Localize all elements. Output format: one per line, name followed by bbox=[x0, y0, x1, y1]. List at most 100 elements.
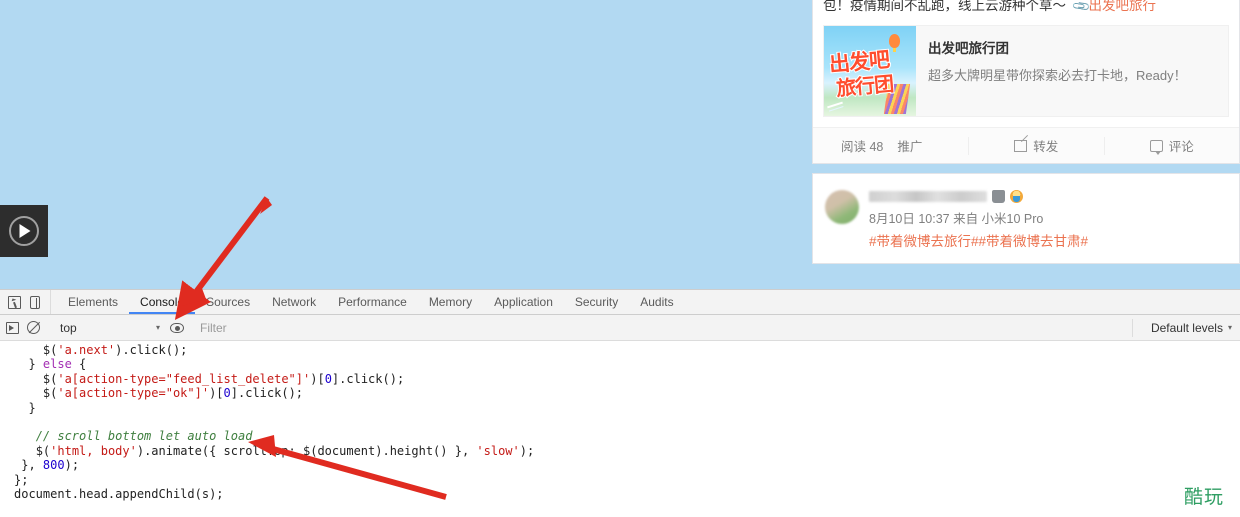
console-code-line: } bbox=[14, 401, 1240, 415]
filter-input[interactable] bbox=[200, 318, 1133, 337]
console-code-line: } else { bbox=[14, 357, 1240, 371]
comment-button[interactable]: 评论 bbox=[1103, 136, 1240, 155]
console-filter-bar: top ▾ Default levels ▾ bbox=[0, 315, 1240, 341]
vip-badge-icon bbox=[992, 189, 1005, 203]
code-token: ); bbox=[519, 443, 535, 458]
code-token: }; bbox=[14, 472, 29, 487]
code-token: document.head.appendChild(s); bbox=[14, 487, 224, 502]
comment-icon bbox=[1149, 139, 1163, 155]
code-token: $( bbox=[35, 443, 51, 458]
device-toolbar-icon[interactable] bbox=[30, 295, 40, 309]
post-meta: 8月10日 10:37 来自 小米10 Pro bbox=[869, 212, 1044, 226]
repost-body: 8月10日 10:37 来自 小米10 Pro #带着微博去旅行##带着微博去甘… bbox=[813, 174, 1239, 263]
inspect-element-icon[interactable] bbox=[8, 295, 21, 309]
video-play-button[interactable] bbox=[0, 205, 48, 257]
watermark: 酷玩 bbox=[1183, 486, 1224, 508]
code-token: ].click(); bbox=[230, 386, 304, 401]
console-code-line: $('a.next').click(); bbox=[14, 343, 1240, 357]
code-token: 'html, body' bbox=[50, 443, 137, 458]
code-token: }, bbox=[21, 458, 43, 473]
media-card-body: 出发吧旅行团 超多大牌明星带你探索必去打卡地，Ready！ bbox=[916, 26, 1197, 85]
execute-snippet-icon[interactable] bbox=[6, 321, 19, 334]
post-action-bar: 阅读 48 推广 转发 评论 bbox=[813, 127, 1239, 163]
code-token: )[ bbox=[310, 371, 325, 386]
code-token: $( bbox=[42, 343, 58, 357]
code-token: ).animate({ scrollTop: $(document).heigh… bbox=[136, 443, 477, 458]
code-token: } bbox=[28, 400, 36, 415]
tab-sources[interactable]: Sources bbox=[195, 290, 261, 314]
thumb-title-line2: 旅行团 bbox=[834, 73, 895, 102]
execution-context-select[interactable]: top ▾ bbox=[48, 321, 160, 335]
devtools-tool-icons bbox=[0, 290, 51, 314]
code-token: 800 bbox=[42, 458, 65, 473]
medal-badge-icon bbox=[1010, 189, 1023, 203]
code-token: 'a[action-type="feed_list_delete"]' bbox=[57, 371, 311, 386]
avatar[interactable] bbox=[825, 190, 859, 224]
code-token: 'a[action-type="ok"]' bbox=[57, 386, 210, 401]
execution-context-value: top bbox=[60, 320, 77, 335]
post-link[interactable]: 出发吧旅行 bbox=[1088, 0, 1156, 13]
console-code-line: document.head.appendChild(s); bbox=[14, 487, 1240, 501]
code-token: ).click(); bbox=[115, 343, 188, 357]
code-token: } bbox=[28, 357, 43, 372]
code-token: )[ bbox=[209, 386, 224, 401]
media-thumbnail: 出发吧 旅行团 bbox=[824, 26, 916, 116]
comment-label: 评论 bbox=[1168, 140, 1194, 154]
code-token: else bbox=[42, 357, 72, 372]
console-code-line: $('a[action-type="feed_list_delete"]')[0… bbox=[14, 372, 1240, 386]
code-token: 'slow' bbox=[476, 443, 520, 458]
live-expression-icon[interactable] bbox=[170, 322, 184, 333]
tab-memory[interactable]: Memory bbox=[418, 290, 483, 314]
console-code-line: // scroll bottom let auto load bbox=[14, 429, 1240, 443]
screenshot-root: 包！疫情期间不乱跑，线上云游种个草～ 📎出发吧旅行 出发吧 旅行团 出发吧旅行团… bbox=[0, 0, 1240, 517]
tab-security[interactable]: Security bbox=[564, 290, 629, 314]
forward-icon bbox=[1014, 139, 1028, 152]
play-triangle-icon bbox=[19, 224, 31, 238]
tab-performance[interactable]: Performance bbox=[327, 290, 418, 314]
tab-network[interactable]: Network bbox=[261, 290, 327, 314]
console-code-line: }, 800); bbox=[14, 458, 1240, 472]
log-levels-label: Default levels bbox=[1150, 320, 1223, 335]
console-code-block: $('a.next').click(); } else { $('a[actio… bbox=[0, 343, 1240, 501]
code-token: 0 bbox=[223, 386, 231, 401]
read-count: 阅读 48 bbox=[841, 140, 884, 154]
weibo-repost-card: 8月10日 10:37 来自 小米10 Pro #带着微博去旅行##带着微博去甘… bbox=[812, 173, 1240, 264]
airplane-icon bbox=[827, 101, 843, 109]
devtools-tabbar: Elements Console Sources Network Perform… bbox=[0, 290, 1240, 315]
username-redacted[interactable] bbox=[869, 190, 987, 202]
code-token: 'a.next' bbox=[57, 343, 116, 357]
chevron-down-icon-levels: ▾ bbox=[1227, 323, 1232, 332]
post-stats: 阅读 48 推广 bbox=[813, 136, 968, 155]
console-output[interactable]: $('a.next').click(); } else { $('a[actio… bbox=[0, 341, 1240, 516]
tab-application[interactable]: Application bbox=[483, 290, 564, 314]
post-hashtags[interactable]: #带着微博去旅行##带着微博去甘肃# bbox=[869, 232, 1229, 251]
post-text: 包！疫情期间不乱跑，线上云游种个草～ 📎出发吧旅行 bbox=[813, 0, 1239, 16]
devtools-tabs: Elements Console Sources Network Perform… bbox=[51, 290, 685, 314]
forward-button[interactable]: 转发 bbox=[968, 136, 1104, 155]
code-token: // scroll bottom let auto load bbox=[35, 429, 253, 444]
tab-audits[interactable]: Audits bbox=[629, 290, 684, 314]
post-text-content: 包！疫情期间不乱跑，线上云游种个草～ bbox=[823, 0, 1066, 13]
clear-console-icon[interactable] bbox=[27, 321, 40, 334]
weibo-feed-column: 包！疫情期间不乱跑，线上云游种个草～ 📎出发吧旅行 出发吧 旅行团 出发吧旅行团… bbox=[812, 0, 1240, 273]
promote-link[interactable]: 推广 bbox=[897, 136, 922, 155]
code-token: $( bbox=[42, 371, 58, 386]
username-row bbox=[869, 188, 1229, 204]
tab-elements[interactable]: Elements bbox=[57, 290, 129, 314]
code-token: $( bbox=[42, 386, 58, 401]
chevron-down-icon: ▾ bbox=[155, 323, 160, 332]
linked-media-card[interactable]: 出发吧 旅行团 出发吧旅行团 超多大牌明星带你探索必去打卡地，Ready！ bbox=[823, 25, 1229, 117]
tab-console[interactable]: Console bbox=[129, 290, 195, 314]
console-code-line: $('a[action-type="ok"]')[0].click(); bbox=[14, 386, 1240, 400]
web-page-region: 包！疫情期间不乱跑，线上云游种个草～ 📎出发吧旅行 出发吧 旅行团 出发吧旅行团… bbox=[0, 0, 1240, 290]
console-scrollbar[interactable] bbox=[1228, 341, 1240, 516]
code-token: ); bbox=[64, 458, 80, 473]
console-code-line bbox=[14, 415, 1240, 429]
log-levels-select[interactable]: Default levels ▾ bbox=[1141, 321, 1232, 335]
balloon-icon bbox=[889, 34, 900, 52]
media-card-title: 出发吧旅行团 bbox=[928, 41, 1009, 56]
console-code-line: }; bbox=[14, 473, 1240, 487]
code-token: 0 bbox=[324, 371, 332, 386]
forward-label: 转发 bbox=[1033, 140, 1059, 154]
code-token: ].click(); bbox=[331, 371, 405, 386]
